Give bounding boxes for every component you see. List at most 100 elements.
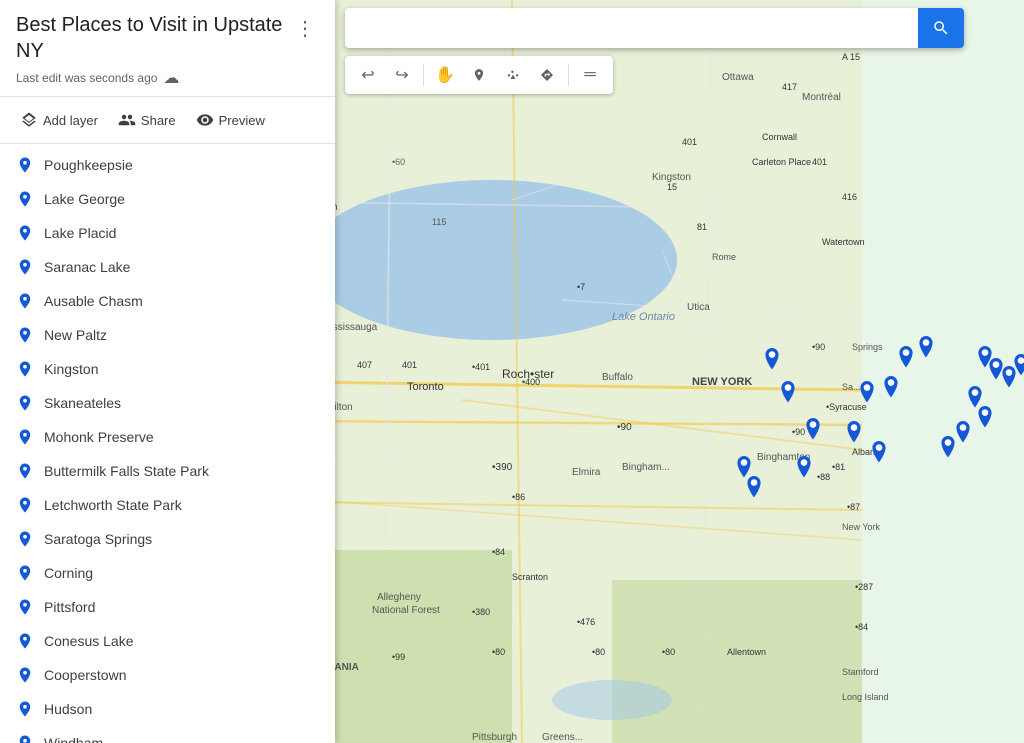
svg-text:Springs: Springs xyxy=(852,342,883,352)
svg-text:•88: •88 xyxy=(817,472,830,482)
sidebar: Best Places to Visit in Upstate NY ⋮ Las… xyxy=(0,0,335,743)
svg-text:•7: •7 xyxy=(577,282,585,292)
place-name-text: Corning xyxy=(44,565,93,581)
map-marker[interactable] xyxy=(916,336,936,370)
directions-button[interactable] xyxy=(532,60,562,90)
map-marker[interactable] xyxy=(744,476,764,510)
more-options-button[interactable]: ⋮ xyxy=(291,12,319,45)
place-name-text: Lake George xyxy=(44,191,125,207)
place-pin-icon xyxy=(16,326,34,344)
map-marker[interactable] xyxy=(881,376,901,410)
place-item[interactable]: Saranac Lake xyxy=(0,250,335,284)
svg-text:Allentown: Allentown xyxy=(727,647,766,657)
pan-button[interactable]: ✋ xyxy=(430,60,460,90)
svg-text:•401: •401 xyxy=(472,362,490,372)
place-name-text: Skaneateles xyxy=(44,395,121,411)
svg-text:•90: •90 xyxy=(617,422,632,433)
place-item[interactable]: Ausable Chasm xyxy=(0,284,335,318)
map-marker[interactable] xyxy=(1011,354,1024,388)
place-name-text: Poughkeepsie xyxy=(44,157,133,173)
svg-text:Lake Ontario: Lake Ontario xyxy=(612,311,675,323)
map-marker[interactable] xyxy=(896,346,916,380)
place-name-text: Letchworth State Park xyxy=(44,497,182,513)
place-item[interactable]: Cooperstown xyxy=(0,658,335,692)
place-item[interactable]: Lake George xyxy=(0,182,335,216)
cloud-save-icon: ☁ xyxy=(163,68,179,88)
search-button[interactable] xyxy=(918,8,964,48)
place-name-text: Mohonk Preserve xyxy=(44,429,154,445)
place-item[interactable]: Windham xyxy=(0,726,335,743)
place-name-text: Saratoga Springs xyxy=(44,531,152,547)
map-marker[interactable] xyxy=(762,348,782,382)
place-item[interactable]: Saratoga Springs xyxy=(0,522,335,556)
svg-text:A 15: A 15 xyxy=(842,52,860,62)
place-item[interactable]: Letchworth State Park xyxy=(0,488,335,522)
place-name-text: Hudson xyxy=(44,701,92,717)
place-pin-icon xyxy=(16,496,34,514)
place-name-text: Conesus Lake xyxy=(44,633,134,649)
place-name-text: Saranac Lake xyxy=(44,259,130,275)
svg-text:•80: •80 xyxy=(662,647,675,657)
svg-text:Elmira: Elmira xyxy=(572,467,601,478)
place-item[interactable]: New Paltz xyxy=(0,318,335,352)
map-marker[interactable] xyxy=(803,418,823,452)
svg-text:•287: •287 xyxy=(855,582,873,592)
svg-text:Allegheny: Allegheny xyxy=(377,592,421,603)
map-marker[interactable] xyxy=(857,381,877,415)
place-item[interactable]: Skaneateles xyxy=(0,386,335,420)
svg-text:National Forest: National Forest xyxy=(372,605,440,616)
place-pin-icon xyxy=(16,462,34,480)
svg-text:Montréal: Montréal xyxy=(802,92,841,103)
place-pin-icon xyxy=(16,632,34,650)
map-title: Best Places to Visit in Upstate NY xyxy=(16,12,286,64)
last-edit-row: Last edit was seconds ago ☁ xyxy=(16,68,319,88)
marker-button[interactable] xyxy=(464,60,494,90)
tool-separator-1 xyxy=(423,64,424,86)
map-searchbar[interactable] xyxy=(345,8,964,48)
svg-text:•400: •400 xyxy=(522,377,540,387)
svg-text:Stamford: Stamford xyxy=(842,667,879,677)
ruler-button[interactable]: ═ xyxy=(575,60,605,90)
place-item[interactable]: Conesus Lake xyxy=(0,624,335,658)
undo-button[interactable]: ↩ xyxy=(353,60,383,90)
place-item[interactable]: Buttermilk Falls State Park xyxy=(0,454,335,488)
svg-text:Pittsburgh: Pittsburgh xyxy=(472,732,517,743)
map-marker[interactable] xyxy=(844,421,864,455)
redo-button[interactable]: ↪ xyxy=(387,60,417,90)
place-pin-icon xyxy=(16,734,34,743)
place-name-text: Lake Placid xyxy=(44,225,116,241)
place-name-text: Cooperstown xyxy=(44,667,127,683)
place-item[interactable]: Corning xyxy=(0,556,335,590)
map-marker[interactable] xyxy=(778,381,798,415)
place-item[interactable]: Poughkeepsie xyxy=(0,148,335,182)
place-item[interactable]: Mohonk Preserve xyxy=(0,420,335,454)
place-item[interactable]: Lake Placid xyxy=(0,216,335,250)
map-marker[interactable] xyxy=(953,421,973,455)
place-item[interactable]: Kingston xyxy=(0,352,335,386)
map-marker[interactable] xyxy=(869,441,889,475)
svg-text:•84: •84 xyxy=(492,547,505,557)
share-button[interactable]: Share xyxy=(110,105,184,135)
svg-text:Bingham...: Bingham... xyxy=(622,462,670,473)
add-layer-label: Add layer xyxy=(43,113,98,128)
place-item[interactable]: Hudson xyxy=(0,692,335,726)
place-pin-icon xyxy=(16,190,34,208)
svg-text:115: 115 xyxy=(432,217,446,227)
place-name-text: Ausable Chasm xyxy=(44,293,143,309)
place-pin-icon xyxy=(16,394,34,412)
svg-text:Rome: Rome xyxy=(712,252,736,262)
map-marker[interactable] xyxy=(794,456,814,490)
svg-text:•380: •380 xyxy=(472,607,490,617)
add-layer-button[interactable]: Add layer xyxy=(12,105,106,135)
last-edit-text: Last edit was seconds ago xyxy=(16,71,157,85)
svg-text:•81: •81 xyxy=(832,462,845,472)
preview-label: Preview xyxy=(219,113,265,128)
place-pin-icon xyxy=(16,700,34,718)
svg-text:Cornwall: Cornwall xyxy=(762,132,797,142)
preview-button[interactable]: Preview xyxy=(188,105,273,135)
map-marker[interactable] xyxy=(975,406,995,440)
shape-button[interactable] xyxy=(498,60,528,90)
search-input[interactable] xyxy=(345,20,918,37)
place-item[interactable]: Pittsford xyxy=(0,590,335,624)
place-pin-icon xyxy=(16,292,34,310)
